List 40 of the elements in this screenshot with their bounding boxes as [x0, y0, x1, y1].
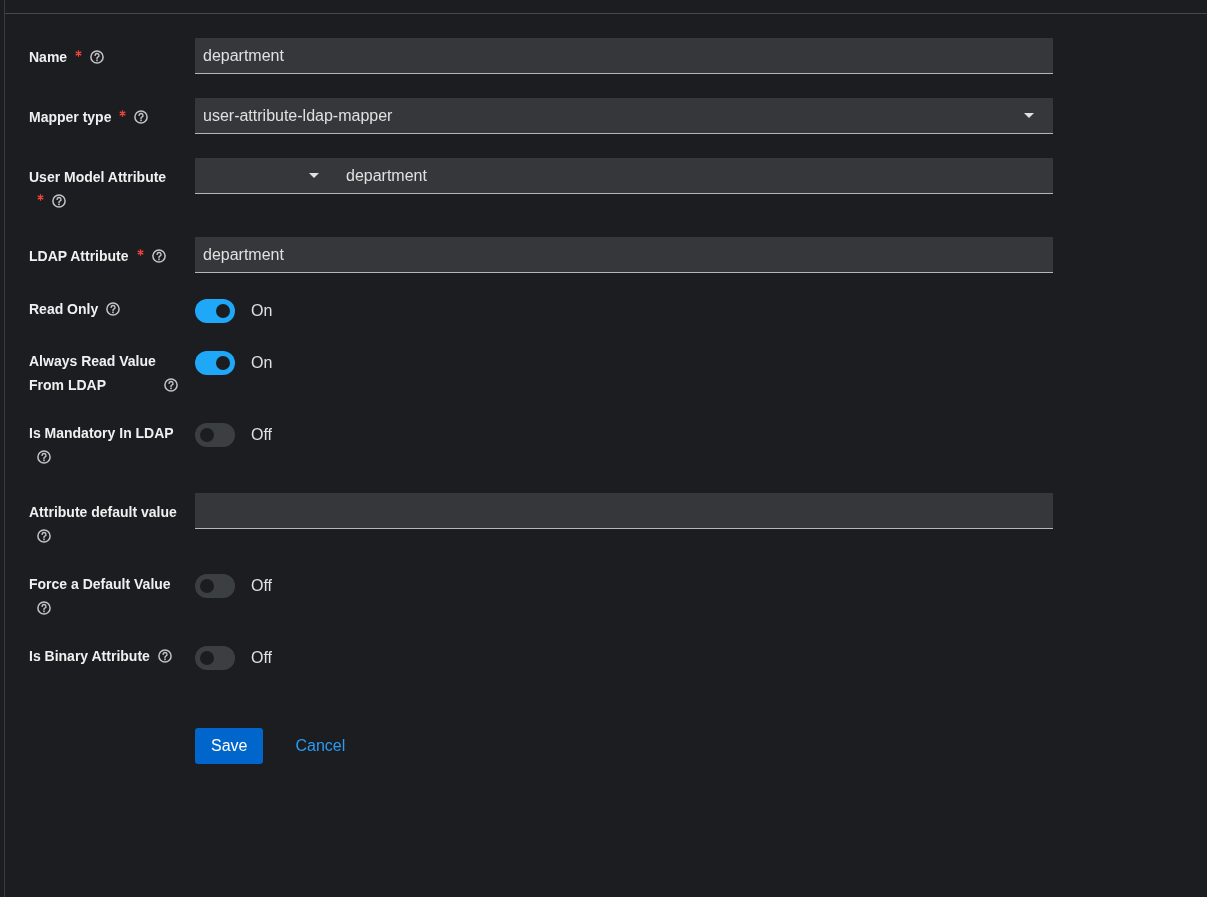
field-label: Is Mandatory In LDAP	[29, 425, 174, 441]
switch-state-label: Off	[251, 425, 273, 445]
field-label: Mapper type	[29, 109, 112, 125]
help-icon[interactable]	[164, 378, 178, 392]
field-label: Always Read Value From LDAP	[29, 352, 156, 395]
text-field[interactable]	[195, 493, 1053, 529]
help-icon[interactable]	[106, 302, 121, 316]
toggle-switch[interactable]	[195, 423, 235, 447]
switch-state-label: On	[251, 301, 273, 321]
cancel-link[interactable]: Cancel	[279, 728, 362, 764]
text-field[interactable]: department	[330, 158, 1053, 194]
help-icon[interactable]	[90, 50, 105, 64]
switch-state-label: Off	[251, 576, 273, 596]
toggle-switch[interactable]	[195, 299, 235, 323]
field-label: LDAP Attribute	[29, 248, 129, 264]
toggle-switch[interactable]	[195, 646, 235, 670]
field-label: Name	[29, 49, 68, 65]
toggle-switch[interactable]	[195, 574, 235, 598]
caret-icon	[309, 173, 319, 178]
switch-state-label: On	[251, 353, 273, 373]
help-icon[interactable]	[52, 194, 66, 208]
switch-state-label: Off	[251, 648, 273, 668]
help-icon[interactable]	[37, 601, 51, 615]
field-label: Attribute default value	[29, 504, 177, 520]
save-button[interactable]: Save	[195, 728, 264, 764]
field-label: Is Binary Attribute	[29, 648, 150, 664]
help-icon[interactable]	[151, 249, 166, 263]
field-label: User Model Attribute	[29, 169, 167, 185]
dropdown-field[interactable]	[195, 158, 330, 194]
caret-icon	[1024, 113, 1034, 118]
text-field[interactable]: department	[195, 237, 1053, 273]
help-icon[interactable]	[37, 450, 51, 464]
help-icon[interactable]	[134, 110, 149, 124]
help-icon[interactable]	[157, 649, 172, 663]
field-label: Read Only	[29, 301, 99, 317]
text-field[interactable]: department	[195, 38, 1053, 74]
field-label: Force a Default Value	[29, 576, 171, 592]
help-icon[interactable]	[37, 529, 51, 543]
dropdown-field[interactable]: user-attribute-ldap-mapper	[195, 98, 1053, 134]
toggle-switch[interactable]	[195, 351, 235, 375]
